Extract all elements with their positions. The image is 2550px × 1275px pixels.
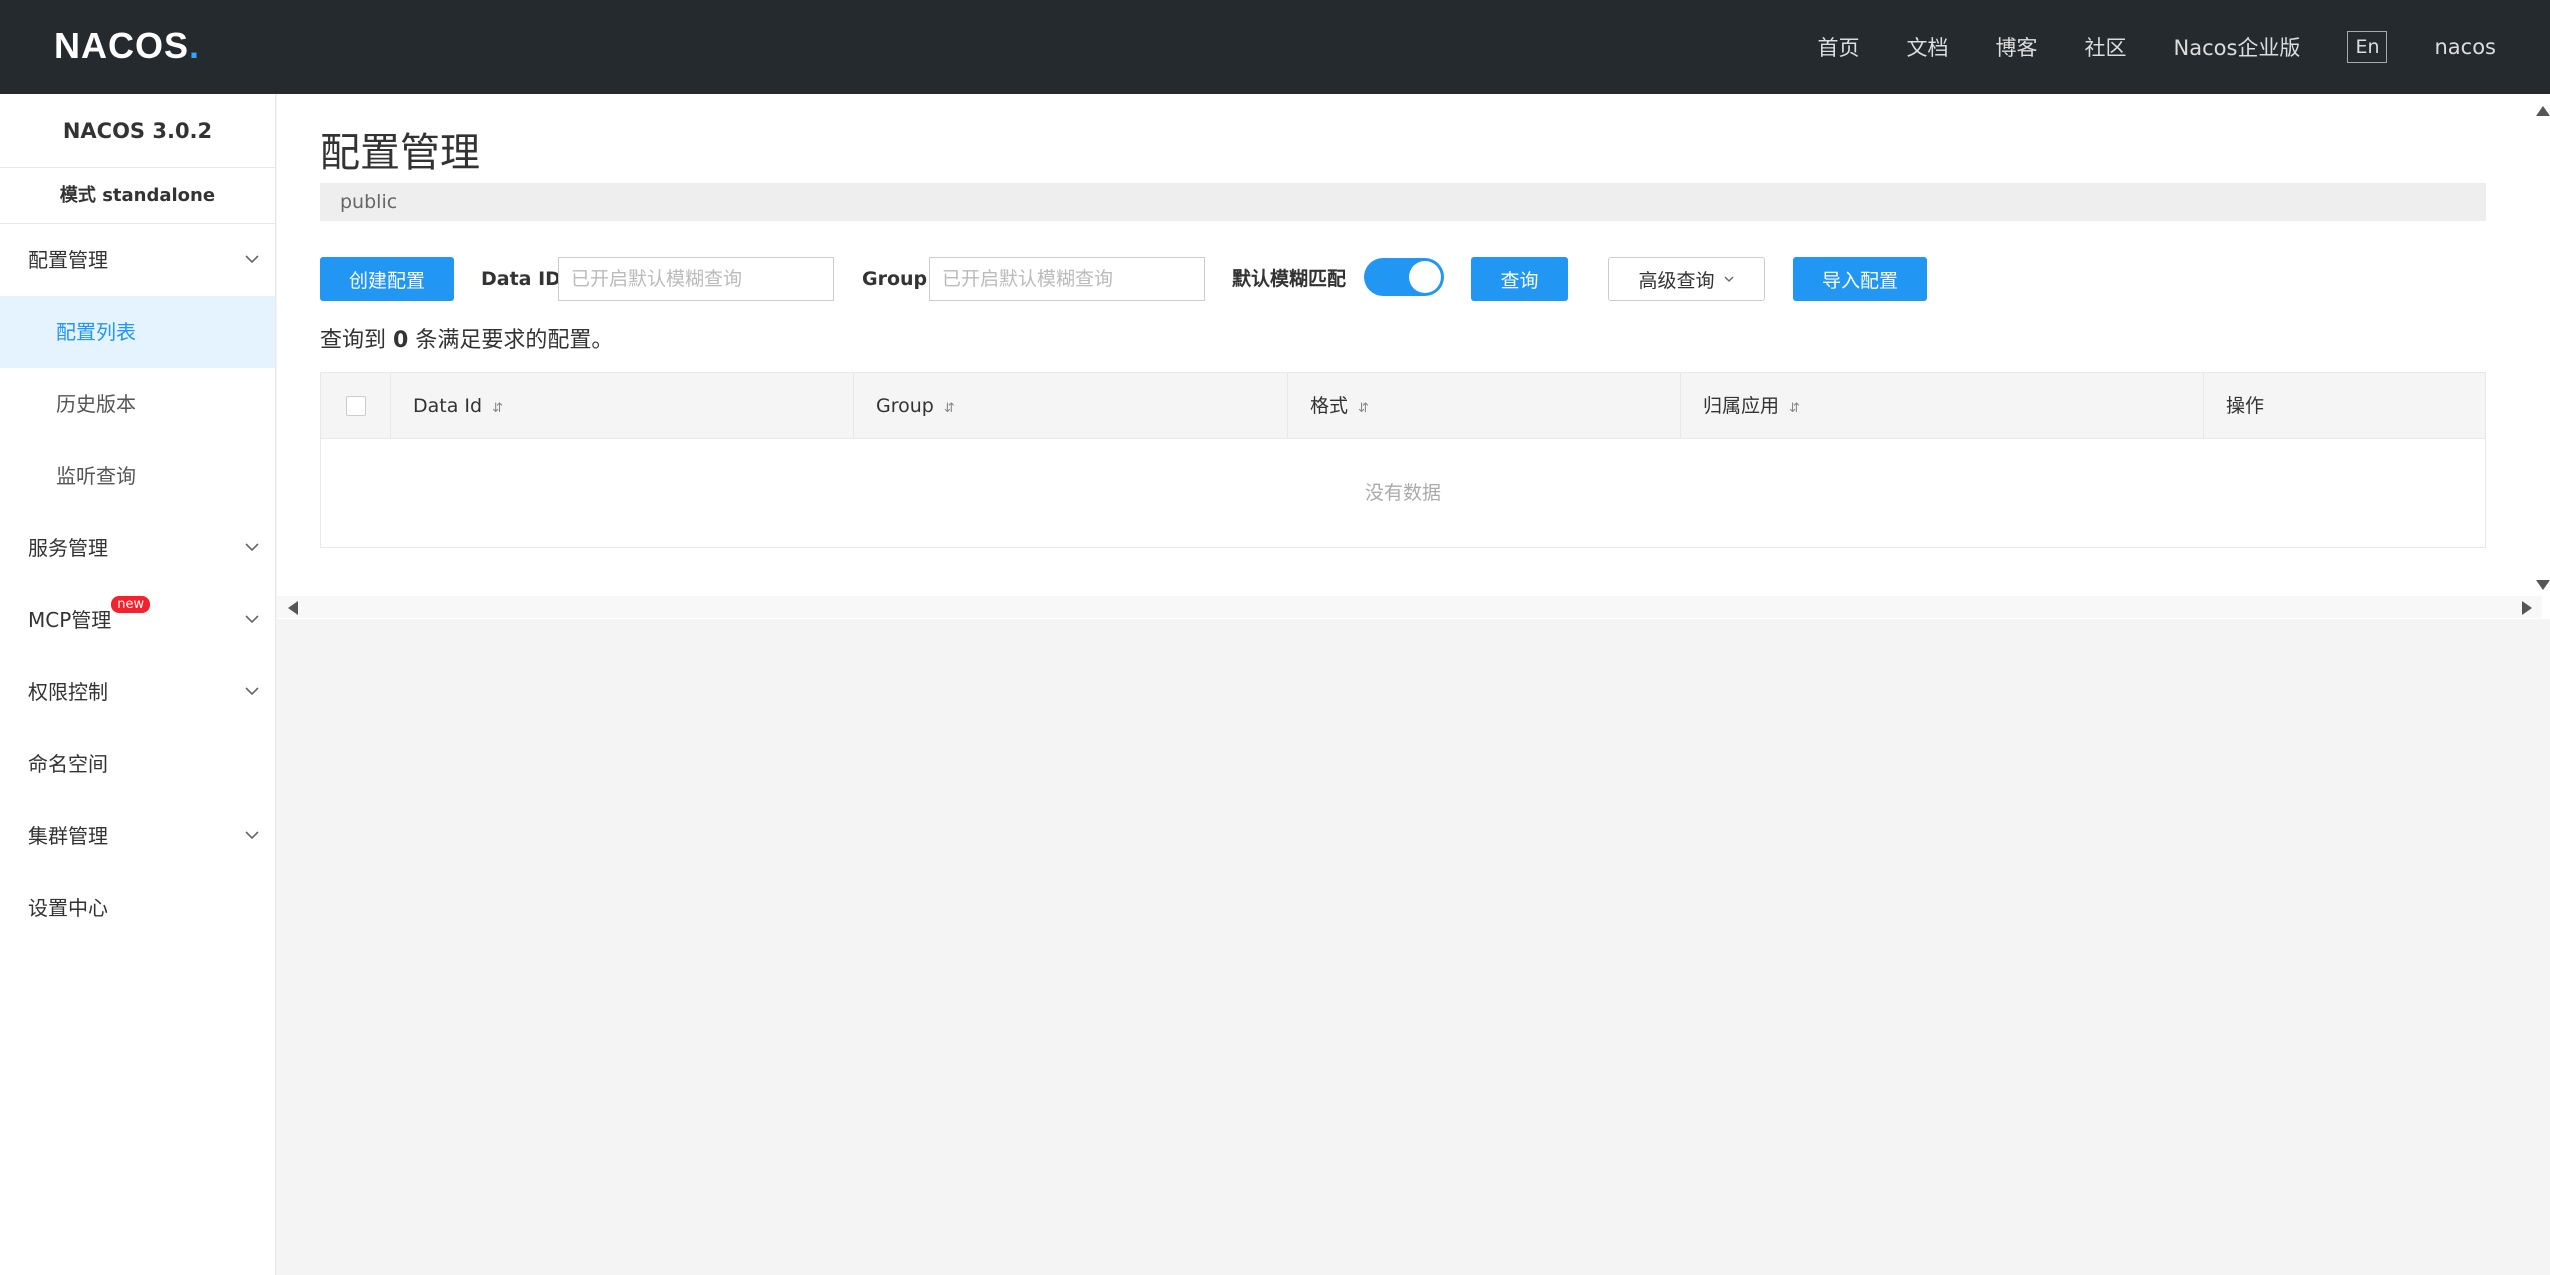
logo-dot: . [189,25,201,66]
sidebar-item-label: 命名空间 [28,752,108,776]
nav-community[interactable]: 社区 [2085,32,2127,62]
chevron-down-icon [1724,276,1733,282]
nav-docs[interactable]: 文档 [1907,32,1949,62]
nav-home[interactable]: 首页 [1818,32,1860,62]
sidebar-item-config-management[interactable]: 配置管理 [0,224,275,296]
user-menu[interactable]: nacos [2434,35,2496,59]
sidebar-item-label: 集群管理 [28,824,108,848]
sidebar-item-label: 权限控制 [28,680,108,704]
sidebar-item-access-control[interactable]: 权限控制 [0,656,275,728]
result-count: 0 [393,328,409,353]
fuzzy-match-toggle[interactable] [1364,258,1444,296]
chevron-down-icon [245,543,259,552]
chevron-down-icon [245,255,259,264]
column-label: Data Id [413,395,483,417]
sidebar-item-label: MCP管理 [28,608,112,632]
table-header: Data Id ⇵ Group ⇵ 格式 ⇵ 归属应用 ⇵ 操作 [321,373,2485,439]
data-id-input[interactable] [558,257,834,301]
sort-icon[interactable]: ⇵ [1358,401,1369,416]
page-title: 配置管理 [320,130,480,176]
scroll-right-icon[interactable] [2522,601,2532,615]
sidebar-item-mcp-management[interactable]: MCP管理 new [0,584,275,656]
group-input[interactable] [929,257,1205,301]
sidebar-item-listener-query[interactable]: 监听查询 [0,440,275,512]
namespace-bar: public [320,183,2486,221]
sort-icon[interactable]: ⇵ [492,401,503,416]
new-badge: new [111,596,151,613]
toggle-knob [1409,261,1441,293]
sidebar-item-config-list[interactable]: 配置列表 [0,296,275,368]
version-label: NACOS 3.0.2 [0,94,275,168]
sidebar-item-namespace[interactable]: 命名空间 [0,728,275,800]
result-prefix: 查询到 [320,328,387,353]
sidebar-item-service-management[interactable]: 服务管理 [0,512,275,584]
chevron-down-icon [245,831,259,840]
namespace-tag[interactable]: public [340,191,397,213]
sidebar-item-settings[interactable]: 设置中心 [0,872,275,944]
column-group[interactable]: Group ⇵ [854,373,1288,439]
scroll-left-icon[interactable] [288,601,298,615]
mode-label: 模式 standalone [0,168,275,224]
config-table: Data Id ⇵ Group ⇵ 格式 ⇵ 归属应用 ⇵ 操作 没有数据 [320,372,2486,548]
nav-enterprise[interactable]: Nacos企业版 [2174,32,2301,62]
sidebar-menu: 配置管理 配置列表 历史版本 监听查询 服务管理 MCP管理 new 权限控制 命… [0,224,275,944]
chevron-down-icon [245,615,259,624]
logo-text: NACOS [54,25,190,66]
sidebar-item-label: 设置中心 [28,896,108,920]
fuzzy-match-label: 默认模糊匹配 [1232,268,1347,290]
select-all-checkbox[interactable] [345,396,366,416]
select-all-cell [321,373,391,439]
scroll-down-icon[interactable] [2536,580,2550,590]
group-label: Group [862,268,928,290]
create-config-button[interactable]: 创建配置 [320,257,454,301]
result-summary: 查询到 0 条满足要求的配置。 [320,322,613,354]
column-label: Group [876,395,934,417]
column-actions: 操作 [2204,373,2485,439]
import-config-button[interactable]: 导入配置 [1793,257,1927,301]
top-bar: NACOS. 首页 文档 博客 社区 Nacos企业版 En nacos [0,0,2550,94]
top-nav: 首页 文档 博客 社区 Nacos企业版 En nacos [1818,0,2550,94]
language-toggle-button[interactable]: En [2347,31,2388,63]
vertical-scrollbar[interactable] [2532,94,2550,596]
column-label: 格式 [1310,395,1349,417]
sidebar-item-label: 配置管理 [28,248,108,272]
column-app[interactable]: 归属应用 ⇵ [1681,373,2204,439]
result-suffix: 条满足要求的配置。 [415,328,614,353]
empty-state: 没有数据 [1364,482,1441,504]
column-format[interactable]: 格式 ⇵ [1288,373,1681,439]
sort-icon[interactable]: ⇵ [944,401,955,416]
advanced-query-button[interactable]: 高级查询 [1608,257,1765,301]
column-data-id[interactable]: Data Id ⇵ [391,373,854,439]
column-label: 操作 [2226,395,2265,417]
data-id-label: Data ID [481,268,561,290]
sidebar-item-label: 服务管理 [28,536,108,560]
query-button[interactable]: 查询 [1471,257,1568,301]
nav-blog[interactable]: 博客 [1996,32,2038,62]
scroll-up-icon[interactable] [2536,106,2550,116]
sort-icon[interactable]: ⇵ [1789,401,1800,416]
chevron-down-icon [245,687,259,696]
horizontal-scrollbar[interactable] [277,596,2542,618]
sidebar-item-cluster-management[interactable]: 集群管理 [0,800,275,872]
main-content: 配置管理 public 创建配置 Data ID Group 默认模糊匹配 查询… [277,94,2550,619]
advanced-query-label: 高级查询 [1638,269,1715,292]
sidebar: NACOS 3.0.2 模式 standalone 配置管理 配置列表 历史版本… [0,94,276,1275]
sidebar-item-history[interactable]: 历史版本 [0,368,275,440]
nacos-logo[interactable]: NACOS. [54,24,200,68]
column-label: 归属应用 [1703,395,1780,417]
